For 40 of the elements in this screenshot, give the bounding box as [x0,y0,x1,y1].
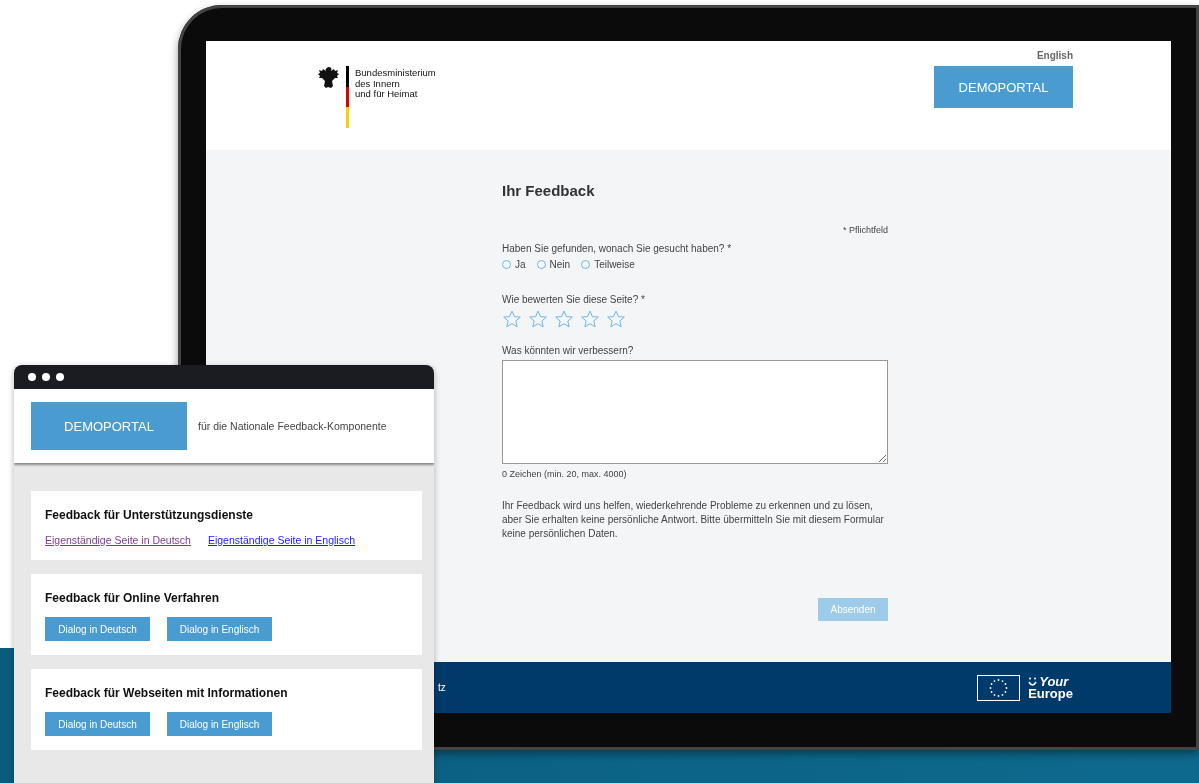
section-title: Feedback für Unterstützungsdienste [45,508,255,522]
window-dot-icon [56,373,64,381]
demoportal-button[interactable]: DEMOPORTAL [934,66,1073,108]
radio-option[interactable]: Nein [536,259,571,270]
logo-text: Europe [1028,687,1073,700]
star-icon[interactable] [606,309,626,329]
demoportal-button[interactable]: DEMOPORTAL [31,402,187,450]
window-dot-icon [42,373,50,381]
star-icon[interactable] [554,309,574,329]
window-dot-icon [28,373,36,381]
radio-option[interactable]: Ja [502,259,526,270]
page-link[interactable]: Eigenständige Seite in Deutsch [45,534,191,546]
character-count: 0 Zeichen (min. 20, max. 4000) [502,469,628,479]
dialog-button[interactable]: Dialog in Englisch [167,617,272,641]
comment-field[interactable] [502,360,888,464]
ministry-name: Bundesministerium des Innern und für Heimat [355,68,436,100]
info-text: Ihr Feedback wird uns helfen, wiederkehrende Probleme zu erkennen und zu lösen, aber Sie erhalten keine persönliche Antwort. Bitte übermitteln Sie mit diesem Formular keine persönlichen Daten. [502,499,885,541]
star-icon[interactable] [528,309,548,329]
comment-label: Was könnten wir verbessern? [502,345,635,356]
smile-icon [1028,676,1038,688]
star-icon[interactable] [502,309,522,329]
logo-text: Your [1039,675,1069,688]
section-title: Feedback für Online Verfahren [45,591,221,605]
dialog-button[interactable]: Dialog in Deutsch [45,617,150,641]
flag-stripe [346,66,349,128]
eagle-icon [318,66,340,90]
footer-link[interactable]: tz [438,682,446,693]
language-link[interactable]: English [1036,50,1073,61]
form-title: Ihr Feedback [502,182,596,199]
subtitle: für die Nationale Feedback-Komponente [198,420,387,432]
rating-label: Wie bewerten Sie diese Seite? * [502,294,646,305]
radio-option[interactable]: Teilweise [581,259,635,270]
section-title: Feedback für Webseiten mit Informationen [45,686,289,700]
dialog-button[interactable]: Dialog in Englisch [167,712,272,736]
eu-flag-icon [977,674,1021,701]
question-label: Haben Sie gefunden, wonach Sie gesucht haben? * [502,243,733,254]
page-link[interactable]: Eigenständige Seite in Englisch [207,534,356,546]
required-note: * Pflichtfeld [842,225,888,235]
dialog-button[interactable]: Dialog in Deutsch [45,712,150,736]
star-icon[interactable] [580,309,600,329]
